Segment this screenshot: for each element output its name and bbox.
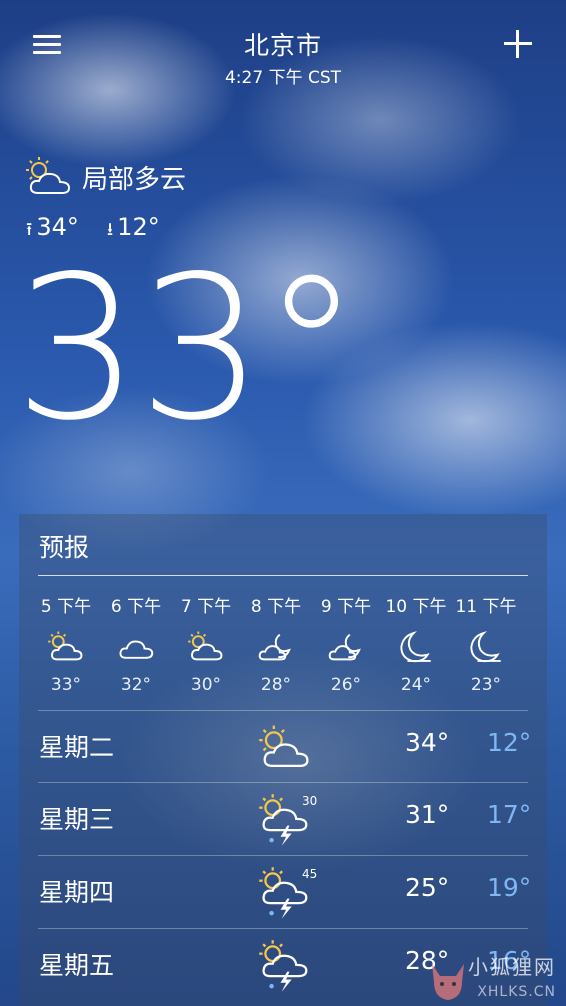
cloudy-icon <box>119 640 154 659</box>
fox-logo-watermark <box>432 964 464 1000</box>
precip-chance: 30 <box>302 794 318 808</box>
hour-item: 10 下午 24° <box>381 592 451 695</box>
day-low: 19° <box>487 873 532 902</box>
current-condition: 局部多云 <box>24 155 186 199</box>
hour-temp: 30° <box>190 675 222 695</box>
partly-cloudy-icon <box>259 725 309 768</box>
day-name: 星期三 <box>39 805 115 834</box>
add-city-button[interactable] <box>504 30 532 58</box>
condition-text: 局部多云 <box>82 164 187 195</box>
hour-temp: 26° <box>330 675 362 695</box>
day-high: 25° <box>405 873 450 902</box>
hour-item: 5 下午 33° <box>31 592 101 695</box>
city-title[interactable]: 北京市 <box>0 26 566 62</box>
hourly-forecast[interactable]: 5 下午 33° 6 下午 32° 7 下午 30° 8 下午 28° 9 下午… <box>31 592 535 695</box>
hour-item: 9 下午 26° <box>311 592 381 695</box>
hour-time: 8 下午 <box>250 597 302 617</box>
hour-time: 5 下午 <box>40 597 92 617</box>
night-clear-icon <box>470 631 501 663</box>
hour-item: 8 下午 28° <box>241 592 311 695</box>
day-name: 星期五 <box>39 951 115 980</box>
watermark-text: 小狐狸网 <box>468 955 556 979</box>
day-low: 17° <box>487 800 532 829</box>
forecast-panel: 预报 5 下午 33° 6 下午 32° 7 下午 30° 8 下午 28° 9… <box>19 514 547 1006</box>
day-high: 31° <box>405 800 450 829</box>
night-cloudy-icon <box>258 633 291 661</box>
partly-cloudy-icon <box>48 631 83 661</box>
precip-chance: 45 <box>302 867 318 881</box>
forecast-title: 预报 <box>39 533 90 562</box>
daily-row[interactable]: 星期二 34° 12° <box>19 710 547 782</box>
thunderstorm-icon <box>259 940 308 992</box>
night-cloudy-icon <box>328 633 361 661</box>
partly-cloudy-icon <box>26 157 71 194</box>
forecast-divider <box>38 575 528 576</box>
hour-time: 6 下午 <box>110 597 162 617</box>
hour-time: 9 下午 <box>320 597 372 617</box>
daily-row[interactable]: 星期三 30 31° 17° <box>19 782 547 854</box>
local-time: 4:27 下午 CST <box>224 68 342 88</box>
watermark-url: XHLKS.CN <box>477 984 556 1000</box>
hour-item: 7 下午 30° <box>171 592 241 695</box>
daily-row[interactable]: 星期四 45 25° 19° <box>19 855 547 927</box>
hour-temp: 24° <box>400 675 432 695</box>
partly-cloudy-icon <box>188 631 223 661</box>
hour-temp: 32° <box>120 675 152 695</box>
hour-time: 10 下午 <box>385 597 447 617</box>
day-name: 星期二 <box>39 733 115 762</box>
hour-item: 6 下午 32° <box>101 592 171 695</box>
hour-time: 7 下午 <box>180 597 232 617</box>
hour-temp: 28° <box>260 675 292 695</box>
day-low: 12° <box>487 728 532 757</box>
hour-time: 11 下午 <box>455 597 517 617</box>
night-clear-icon <box>400 631 431 663</box>
day-name: 星期四 <box>39 878 115 907</box>
hour-temp: 33° <box>50 675 82 695</box>
current-temperature: 33° <box>14 233 361 464</box>
top-bar: 北京市 4:27 下午 CST <box>0 0 566 100</box>
hour-temp: 23° <box>470 675 502 695</box>
day-high: 34° <box>405 728 450 757</box>
hour-item: 11 下午 23° <box>451 592 521 695</box>
